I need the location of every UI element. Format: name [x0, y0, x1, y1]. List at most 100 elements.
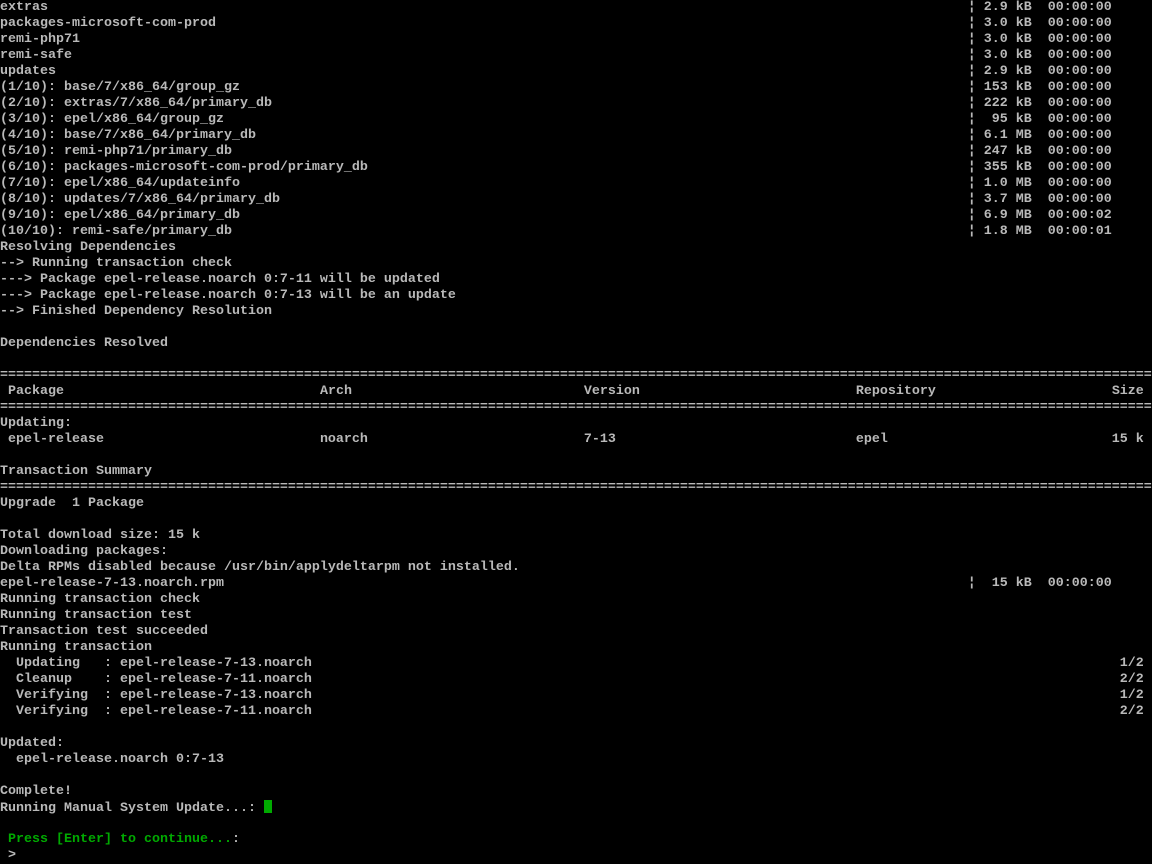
running-transaction-test-line-text: Running transaction test	[0, 608, 192, 623]
table-separator-text: ========================================…	[0, 400, 1152, 415]
table-section-updating-text: Updating:	[0, 416, 72, 431]
repo-line-remi-safe-text: ¦ 3.0 kB 00:00:00	[968, 48, 1112, 63]
repo-line-remi-php71-text: remi-php71	[0, 32, 80, 47]
running-transaction-check-line-text: Running transaction check	[0, 592, 200, 607]
repo-line-updates: updates ¦ 2.9 kB 00:00:00	[0, 64, 1152, 80]
upgrade-summary-line-text: Upgrade 1 Package	[0, 496, 144, 511]
delta-rpm-notice-line-text: Delta RPMs disabled because /usr/bin/app…	[0, 560, 520, 575]
repo-line-extras-text: extras	[0, 0, 48, 15]
table-header-text: Repository	[856, 384, 936, 399]
download-progress-line-1: (1/10): base/7/x86_64/group_gz ¦ 153 kB …	[0, 80, 1152, 96]
transaction-step-verifying-2-text: 2/2	[1120, 704, 1144, 719]
transaction-summary-title-text: Transaction Summary	[0, 464, 152, 479]
transaction-test-succeeded-line: Transaction test succeeded	[0, 624, 1152, 640]
dependencies-resolved-line: Dependencies Resolved	[0, 336, 1152, 352]
repo-line-extras-text: ¦ 2.9 kB 00:00:00	[968, 0, 1112, 15]
repo-line-remi-php71: remi-php71 ¦ 3.0 kB 00:00:00	[0, 32, 1152, 48]
transaction-step-updating-text: Updating : epel-release-7-13.noarch	[0, 656, 312, 671]
updated-heading-line-text: Updated:	[0, 736, 64, 751]
transaction-step-verifying-1-text: 1/2	[1120, 688, 1144, 703]
transaction-check-line-text: --> Running transaction check	[0, 256, 232, 271]
download-progress-line-1-text: ¦ 153 kB 00:00:00	[968, 80, 1112, 95]
transaction-step-updating: Updating : epel-release-7-13.noarch 1/2	[0, 656, 1152, 672]
package-will-be-an-update-line-text: ---> Package epel-release.noarch 0:7-13 …	[0, 288, 456, 303]
repo-line-packages-microsoft-com-prod-text: packages-microsoft-com-prod	[0, 16, 216, 31]
total-download-size-line: Total download size: 15 k	[0, 528, 1152, 544]
resolving-dependencies-line-text: Resolving Dependencies	[0, 240, 176, 255]
finished-dependency-resolution-line-text: --> Finished Dependency Resolution	[0, 304, 272, 319]
table-row-epel-release-text: epel-release	[0, 432, 104, 447]
delta-rpm-notice-line: Delta RPMs disabled because /usr/bin/app…	[0, 560, 1152, 576]
download-progress-line-2-text: (2/10): extras/7/x86_64/primary_db	[0, 96, 272, 111]
upgrade-summary-line: Upgrade 1 Package	[0, 496, 1152, 512]
repo-line-updates-text: ¦ 2.9 kB 00:00:00	[968, 64, 1112, 79]
download-progress-line-4: (4/10): base/7/x86_64/primary_db ¦ 6.1 M…	[0, 128, 1152, 144]
table-separator: ========================================…	[0, 368, 1152, 384]
download-progress-line-3-text: ¦ 95 kB 00:00:00	[968, 112, 1112, 127]
prompt-line: >	[0, 848, 1152, 864]
download-progress-line-6-text: ¦ 355 kB 00:00:00	[968, 160, 1112, 175]
download-progress-line-10: (10/10): remi-safe/primary_db ¦ 1.8 MB 0…	[0, 224, 1152, 240]
download-progress-line-8-text: ¦ 3.7 MB 00:00:00	[968, 192, 1112, 207]
download-progress-line-5-text: ¦ 247 kB 00:00:00	[968, 144, 1112, 159]
download-progress-line-1-text: (1/10): base/7/x86_64/group_gz	[0, 80, 240, 95]
download-progress-line-4-text: (4/10): base/7/x86_64/primary_db	[0, 128, 256, 143]
table-row-epel-release-text: 7-13	[584, 432, 616, 447]
table-row-epel-release-text: epel	[856, 432, 888, 447]
download-progress-line-5: (5/10): remi-php71/primary_db ¦ 247 kB 0…	[0, 144, 1152, 160]
download-progress-line-4-text: ¦ 6.1 MB 00:00:00	[968, 128, 1112, 143]
manual-system-update-line-text: Running Manual System Update...:	[0, 801, 256, 816]
package-will-be-updated-line-text: ---> Package epel-release.noarch 0:7-11 …	[0, 272, 440, 287]
table-separator: ========================================…	[0, 480, 1152, 496]
repo-line-remi-php71-text: ¦ 3.0 kB 00:00:00	[968, 32, 1112, 47]
press-enter-prompt-line: Press [Enter] to continue...:	[0, 832, 1152, 848]
transaction-step-cleanup-text: Cleanup : epel-release-7-11.noarch	[0, 672, 312, 687]
downloading-packages-line-text: Downloading packages:	[0, 544, 168, 559]
blank-line	[0, 720, 1152, 736]
repo-line-packages-microsoft-com-prod-text: ¦ 3.0 kB 00:00:00	[968, 16, 1112, 31]
table-row-epel-release-text: 15 k	[1112, 432, 1144, 447]
transaction-step-verifying-2-text: Verifying : epel-release-7-11.noarch	[0, 704, 312, 719]
updated-package-line-text: epel-release.noarch 0:7-13	[0, 752, 224, 767]
download-progress-line-9-text: ¦ 6.9 MB 00:00:02	[968, 208, 1112, 223]
blank-line	[0, 320, 1152, 336]
download-progress-line-7-text: (7/10): epel/x86_64/updateinfo	[0, 176, 240, 191]
table-separator-text: ========================================…	[0, 480, 1152, 495]
terminal-screen[interactable]: extras ¦ 2.9 kB 00:00:00packages-microso…	[0, 0, 1152, 864]
complete-line: Complete!	[0, 784, 1152, 800]
transaction-step-verifying-1-text: Verifying : epel-release-7-13.noarch	[0, 688, 312, 703]
table-row-epel-release-text: noarch	[320, 432, 368, 447]
manual-system-update-line: Running Manual System Update...:	[0, 800, 1152, 816]
rpm-download-line: epel-release-7-13.noarch.rpm ¦ 15 kB 00:…	[0, 576, 1152, 592]
download-progress-line-5-text: (5/10): remi-php71/primary_db	[0, 144, 232, 159]
updated-package-line: epel-release.noarch 0:7-13	[0, 752, 1152, 768]
progress-cursor-block	[264, 800, 272, 813]
download-progress-line-2: (2/10): extras/7/x86_64/primary_db ¦ 222…	[0, 96, 1152, 112]
download-progress-line-9-text: (9/10): epel/x86_64/primary_db	[0, 208, 240, 223]
press-enter-prompt-line-text: :	[232, 832, 240, 847]
dependencies-resolved-line-text: Dependencies Resolved	[0, 336, 168, 351]
running-transaction-line: Running transaction	[0, 640, 1152, 656]
transaction-step-updating-text: 1/2	[1120, 656, 1144, 671]
transaction-step-cleanup: Cleanup : epel-release-7-11.noarch 2/2	[0, 672, 1152, 688]
package-will-be-an-update-line: ---> Package epel-release.noarch 0:7-13 …	[0, 288, 1152, 304]
finished-dependency-resolution-line: --> Finished Dependency Resolution	[0, 304, 1152, 320]
complete-line-text: Complete!	[0, 784, 72, 799]
table-header-text: Package	[0, 384, 64, 399]
blank-line	[0, 352, 1152, 368]
blank-line	[0, 768, 1152, 784]
resolving-dependencies-line: Resolving Dependencies	[0, 240, 1152, 256]
table-header-text: Arch	[320, 384, 352, 399]
download-progress-line-7: (7/10): epel/x86_64/updateinfo ¦ 1.0 MB …	[0, 176, 1152, 192]
total-download-size-line-text: Total download size: 15 k	[0, 528, 200, 543]
transaction-test-succeeded-line-text: Transaction test succeeded	[0, 624, 208, 639]
download-progress-line-8: (8/10): updates/7/x86_64/primary_db ¦ 3.…	[0, 192, 1152, 208]
table-separator-text: ========================================…	[0, 368, 1152, 383]
table-section-updating: Updating:	[0, 416, 1152, 432]
repo-line-remi-safe-text: remi-safe	[0, 48, 72, 63]
repo-line-extras: extras ¦ 2.9 kB 00:00:00	[0, 0, 1152, 16]
package-will-be-updated-line: ---> Package epel-release.noarch 0:7-11 …	[0, 272, 1152, 288]
blank-line	[0, 512, 1152, 528]
table-header-text: Version	[584, 384, 640, 399]
press-enter-prompt-line-text: Press [Enter] to continue...	[0, 832, 232, 847]
